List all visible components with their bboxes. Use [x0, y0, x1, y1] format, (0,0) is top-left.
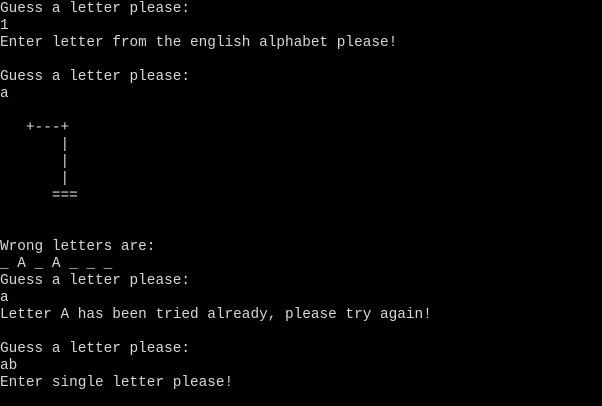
console-output: Guess a letter please: 1 Enter letter fr…: [0, 0, 602, 406]
error-message-line: Enter single letter please!: [0, 375, 234, 391]
user-input-line: 1: [0, 18, 9, 34]
error-message-line: Enter letter from the english alphabet p…: [0, 35, 398, 51]
user-input-line: ab: [0, 358, 18, 374]
user-input-line: a: [0, 86, 9, 102]
gallows-post-line: |: [0, 154, 70, 170]
error-message-line: Letter A has been tried already, please …: [0, 307, 432, 323]
prompt-line: Guess a letter please:: [0, 273, 190, 289]
gallows-post-line: |: [0, 137, 70, 153]
user-input-line: a: [0, 290, 9, 306]
prompt-line: Guess a letter please:: [0, 1, 190, 17]
gallows-base-line: ===: [0, 188, 78, 204]
prompt-line: Guess a letter please:: [0, 341, 190, 357]
wrong-letters-heading: Wrong letters are:: [0, 239, 156, 255]
word-progress-line: _ A _ A _ _ _: [0, 256, 113, 272]
gallows-top-line: +---+: [0, 120, 70, 136]
gallows-post-line: |: [0, 171, 70, 187]
prompt-line: Guess a letter please:: [0, 69, 190, 85]
